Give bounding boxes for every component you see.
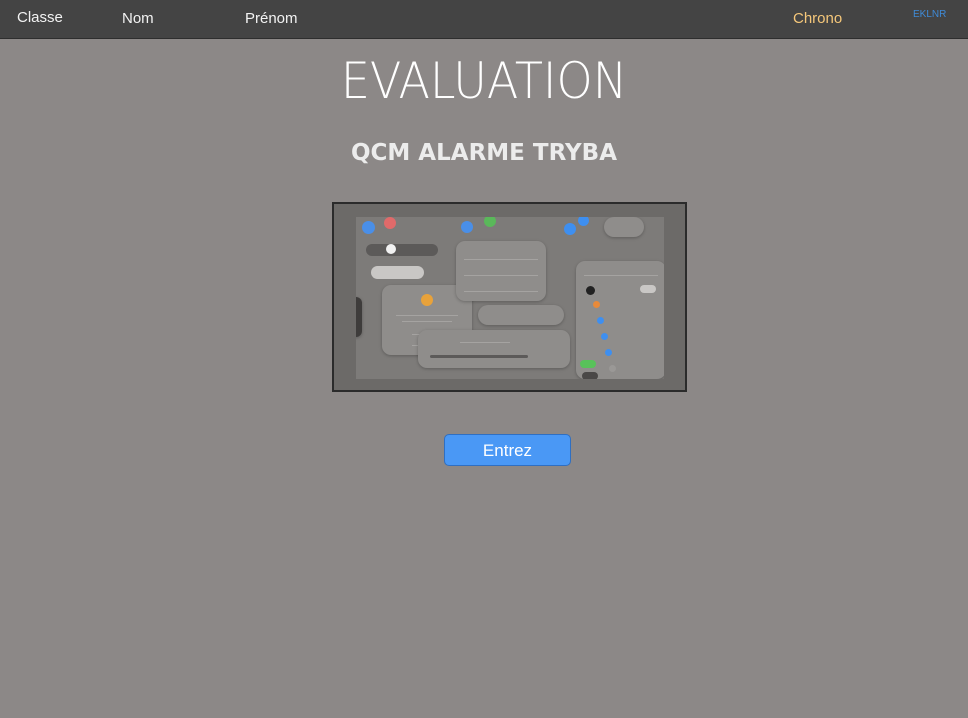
wifi-icon xyxy=(564,223,576,235)
bluetooth-icon xyxy=(601,333,608,340)
illustration-frame xyxy=(332,202,687,392)
airplane-icon xyxy=(593,301,600,308)
chrono-label: Chrono xyxy=(793,10,843,27)
list-divider xyxy=(464,291,538,292)
progress-bar xyxy=(430,355,528,358)
classe-label: Classe xyxy=(17,9,63,26)
list-panel xyxy=(456,241,546,301)
list-divider xyxy=(464,259,538,260)
wifi-icon xyxy=(597,317,604,324)
now-playing-panel xyxy=(418,330,570,368)
slider-knob xyxy=(386,244,396,254)
network-icon xyxy=(605,349,612,356)
bluetooth-icon xyxy=(578,217,589,226)
list-divider xyxy=(464,275,538,276)
app-icon xyxy=(384,217,396,229)
slider-light xyxy=(371,266,424,279)
slider-dark xyxy=(366,244,438,256)
toolbar-panel xyxy=(478,305,564,325)
track-title-line xyxy=(460,342,510,343)
general-icon xyxy=(609,365,616,372)
home-icon xyxy=(461,221,473,233)
control-center-ui-illustration xyxy=(356,217,664,379)
search-line xyxy=(584,275,658,276)
page-subtitle: QCM ALARME TRYBA xyxy=(350,140,618,166)
controls-pill xyxy=(604,217,644,237)
top-bar: Classe Nom Prénom Chrono EKLNR xyxy=(0,0,968,39)
toggle-on xyxy=(580,360,596,368)
toggle-off xyxy=(640,285,656,293)
toggle-off xyxy=(582,372,598,379)
session-code: EKLNR xyxy=(913,9,947,20)
edge-panel xyxy=(356,297,362,337)
mail-icon xyxy=(362,221,375,234)
dialog-text-line xyxy=(396,315,458,316)
microphone-icon xyxy=(421,294,433,306)
app-icon xyxy=(484,217,496,227)
nom-label: Nom xyxy=(122,10,154,27)
prenom-label: Prénom xyxy=(245,10,298,27)
enter-button[interactable]: Entrez xyxy=(444,434,571,466)
avatar xyxy=(586,286,595,295)
page-title: EVALUATION xyxy=(340,52,628,110)
dialog-text-line xyxy=(402,321,452,322)
